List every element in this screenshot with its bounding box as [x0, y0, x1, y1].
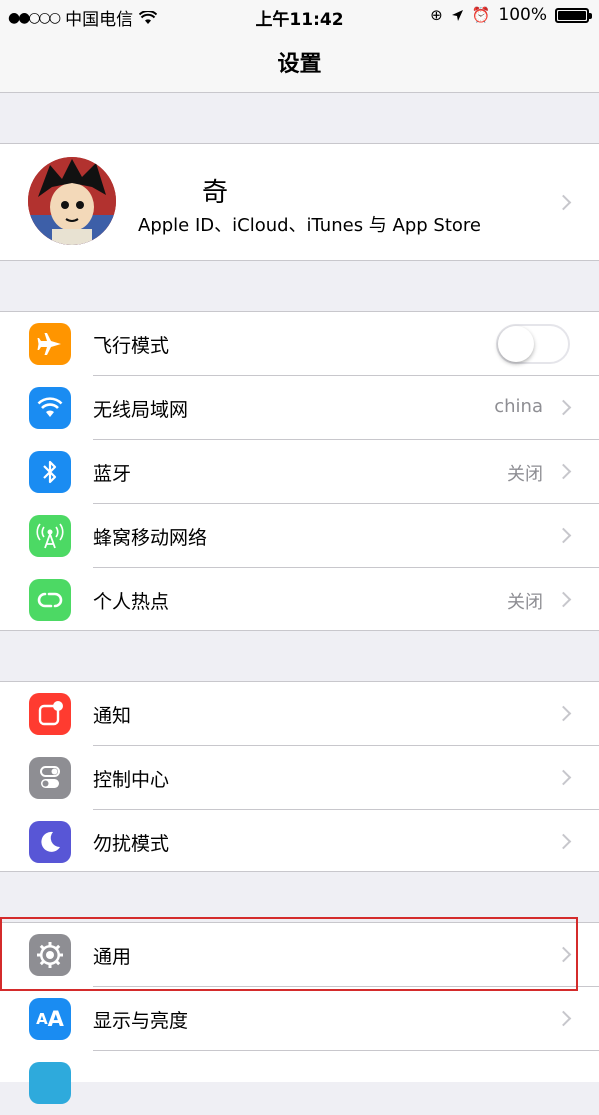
settings-row-notifications[interactable]: 通知	[0, 682, 599, 746]
chevron-right-icon	[555, 463, 572, 480]
settings-row-cellular[interactable]: 蜂窝移动网络	[0, 504, 599, 568]
hotspot-icon	[29, 579, 71, 621]
connectivity-group: 飞行模式 无线局域网 china 蓝牙 关闭 蜂窝移动网络 个人热点 关闭	[0, 311, 599, 631]
row-label: 勿扰模式	[93, 833, 170, 855]
location-arrow-icon	[451, 9, 463, 21]
cellular-antenna-icon	[29, 515, 71, 557]
chevron-right-icon	[555, 705, 572, 722]
wallpaper-icon	[29, 1062, 71, 1104]
row-label: 控制中心	[93, 769, 170, 791]
row-label: 通知	[93, 705, 132, 727]
general-group: 通用 AA 显示与亮度	[0, 922, 599, 1104]
bluetooth-icon	[29, 451, 71, 493]
chevron-right-icon	[555, 833, 572, 850]
text-size-icon: AA	[29, 998, 71, 1040]
settings-row-airplane-mode[interactable]: 飞行模式	[0, 312, 599, 376]
chevron-right-icon	[555, 399, 572, 416]
orientation-lock-icon: ⊕	[430, 6, 443, 24]
chevron-right-icon	[555, 194, 572, 211]
wifi-icon	[29, 387, 71, 429]
page-title: 设置	[277, 52, 322, 77]
settings-row-general[interactable]: 通用	[0, 923, 599, 987]
profile-subtitle: Apple ID、iCloud、iTunes 与 App Store	[138, 215, 481, 236]
settings-row-display-brightness[interactable]: AA 显示与亮度	[0, 987, 599, 1051]
moon-icon	[29, 821, 71, 863]
avatar	[28, 157, 116, 245]
settings-row-wifi[interactable]: 无线局域网 china	[0, 376, 599, 440]
navigation-bar: 设置	[0, 32, 599, 93]
chevron-right-icon	[555, 1010, 572, 1027]
status-bar: ●●○○○ 中国电信 上午11:42 ⊕ ⏰ 100%	[0, 0, 599, 32]
row-value: china	[494, 396, 543, 417]
settings-row-next[interactable]	[0, 1051, 599, 1115]
row-label: 通用	[93, 946, 132, 968]
chevron-right-icon	[555, 769, 572, 786]
row-label: 飞行模式	[93, 335, 170, 357]
chevron-right-icon	[555, 591, 572, 608]
row-label: 显示与亮度	[93, 1010, 189, 1032]
profile-name: 奇	[202, 178, 229, 208]
row-label: 无线局域网	[93, 399, 189, 421]
settings-row-hotspot[interactable]: 个人热点 关闭	[0, 568, 599, 632]
row-label: 蓝牙	[93, 463, 132, 485]
control-center-icon	[29, 757, 71, 799]
row-value: 关闭	[507, 592, 543, 613]
profile-cell[interactable]: 奇 Apple ID、iCloud、iTunes 与 App Store	[0, 143, 599, 261]
toggle-knob	[498, 326, 534, 362]
airplane-icon	[29, 323, 71, 365]
airplane-mode-toggle[interactable]	[496, 324, 570, 364]
chevron-right-icon	[555, 946, 572, 963]
battery-icon	[555, 7, 592, 23]
chevron-right-icon	[555, 527, 572, 544]
battery-percent: 100%	[498, 5, 547, 25]
notifications-icon	[29, 693, 71, 735]
gear-icon	[29, 934, 71, 976]
row-label: 个人热点	[93, 591, 170, 613]
settings-row-bluetooth[interactable]: 蓝牙 关闭	[0, 440, 599, 504]
notifications-group: 通知 控制中心 勿扰模式	[0, 681, 599, 872]
settings-row-do-not-disturb[interactable]: 勿扰模式	[0, 810, 599, 874]
status-right: ⊕ ⏰ 100%	[430, 5, 592, 25]
settings-row-control-center[interactable]: 控制中心	[0, 746, 599, 810]
row-label: 蜂窝移动网络	[93, 527, 208, 549]
alarm-icon: ⏰	[471, 6, 491, 24]
row-value: 关闭	[507, 464, 543, 485]
